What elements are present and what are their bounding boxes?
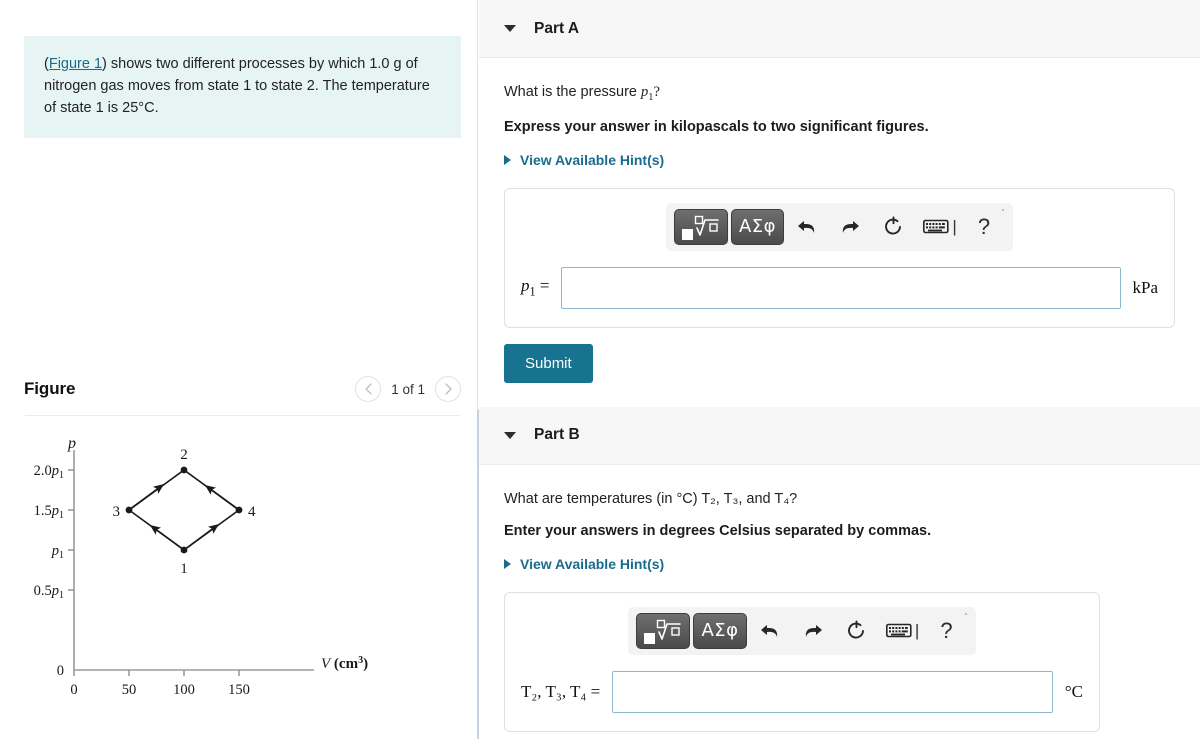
- y-tick-p1: p1: [51, 543, 64, 561]
- figure-panel-header: Figure 1 of 1: [24, 372, 461, 406]
- chevron-left-icon[interactable]: [355, 376, 382, 402]
- figure-divider: [25, 415, 460, 416]
- reset-circle-icon[interactable]: [836, 614, 876, 648]
- part-b-hint-toggle[interactable]: View Available Hint(s): [479, 556, 1200, 572]
- left-panel: (Figure 1) shows two different processes…: [0, 0, 477, 739]
- part-b-unit: °C: [1064, 681, 1083, 701]
- part-a-question-suffix: ?: [653, 84, 660, 100]
- undo-arrow-icon[interactable]: [787, 210, 827, 244]
- state-point-1: [180, 546, 188, 554]
- triangle-right-icon: [504, 154, 511, 165]
- state-label-3: 3: [113, 504, 121, 520]
- part-a-math-toolbar: ΑΣφ | ?: [665, 202, 1014, 251]
- part-a-answer-symbol: p: [521, 276, 530, 296]
- help-icon[interactable]: ?: [967, 210, 1001, 244]
- part-a-answer-row: p1 = kPa: [521, 266, 1159, 309]
- part-a-question: What is the pressure p1?: [479, 84, 1200, 103]
- triangle-right-icon: [504, 558, 511, 569]
- state-point-4: [235, 506, 243, 514]
- part-b-hint-label: View Available Hint(s): [520, 555, 665, 572]
- part-b-answer-input[interactable]: [612, 670, 1053, 713]
- part-a-unit: kPa: [1132, 277, 1159, 297]
- part-a-answer-card: ΑΣφ | ? p1 = kPa: [504, 187, 1175, 328]
- greek-letters-key[interactable]: ΑΣφ: [730, 208, 785, 245]
- part-b-question: What are temperatures (in °C) T₂, T₃, an…: [504, 490, 798, 507]
- part-a-answer-eq: =: [535, 276, 550, 296]
- part-a-submit-button[interactable]: Submit: [504, 343, 593, 383]
- part-a-title: Part A: [534, 19, 580, 37]
- y-tick-1p5p1: 1.5p1: [34, 503, 64, 521]
- state-label-1: 1: [180, 561, 188, 577]
- x-tick-0: 0: [70, 682, 77, 698]
- part-b-math-toolbar: ΑΣφ | ?: [628, 606, 976, 655]
- y-tick-0p5p1: 0.5p1: [34, 583, 64, 601]
- x-axis-label: V (cm3): [321, 655, 368, 672]
- undo-arrow-icon[interactable]: [750, 614, 790, 648]
- figure-1-link[interactable]: Figure 1: [49, 56, 102, 72]
- template-icon[interactable]: [636, 612, 691, 649]
- figure-pager-label: 1 of 1: [391, 381, 425, 397]
- state-label-4: 4: [248, 504, 256, 520]
- redo-arrow-icon[interactable]: [793, 614, 833, 648]
- part-b-title: Part B: [534, 426, 580, 444]
- part-a-answer-input[interactable]: [561, 266, 1121, 309]
- part-b-answer-row: T₂, T₃, T₄ = °C: [521, 670, 1083, 713]
- part-a-hint-label: View Available Hint(s): [520, 151, 665, 168]
- right-panel: Part A What is the pressure p1? Express …: [479, 0, 1200, 739]
- x-tick-50: 50: [122, 682, 137, 698]
- reset-circle-icon[interactable]: [873, 210, 913, 244]
- problem-text-after: ) shows two different processes by which…: [44, 56, 430, 117]
- x-tick-100: 100: [173, 682, 195, 698]
- problem-statement: (Figure 1) shows two different processes…: [24, 36, 461, 139]
- help-icon[interactable]: ?: [930, 614, 964, 648]
- pv-diagram: p V (cm3) 2.0p1 1.5p1 p1 0.5p1 0 0 50 10…: [34, 440, 368, 698]
- chevron-right-icon[interactable]: [435, 376, 461, 402]
- state-label-2: 2: [180, 447, 188, 463]
- keyboard-cursor-bar: |: [952, 216, 957, 236]
- x-tick-150: 150: [228, 682, 250, 698]
- part-b-answer-label: T₂, T₃, T₄ =: [521, 681, 601, 701]
- state-point-3: [125, 506, 133, 514]
- y-tick-0: 0: [57, 663, 64, 679]
- y-tick-2p1: 2.0p1: [34, 463, 64, 481]
- keyboard-icon[interactable]: |: [879, 614, 927, 648]
- template-icon[interactable]: [673, 208, 728, 245]
- keyboard-cursor-bar: |: [914, 620, 920, 640]
- keyboard-icon[interactable]: |: [916, 210, 964, 244]
- part-a-header[interactable]: Part A: [479, 0, 1200, 58]
- part-a-instruction: Express your answer in kilopascals to tw…: [504, 118, 929, 135]
- part-a-answer-label: p1 =: [521, 276, 549, 299]
- figure-pager: 1 of 1: [355, 376, 461, 402]
- figure-panel-title: Figure: [24, 379, 76, 398]
- caret-down-icon[interactable]: [504, 431, 516, 439]
- part-b-answer-card: ΑΣφ | ? T₂, T₃, T₄ = °C: [504, 591, 1100, 732]
- part-b-body: What are temperatures (in °C) T₂, T₃, an…: [479, 491, 1200, 739]
- part-b-header[interactable]: Part B: [479, 406, 1200, 465]
- part-b-instruction: Enter your answers in degrees Celsius se…: [504, 522, 932, 539]
- part-a-body: What is the pressure p1? Express your an…: [479, 84, 1200, 383]
- state-point-2: [180, 466, 188, 474]
- redo-arrow-icon[interactable]: [830, 210, 870, 244]
- part-a-question-prefix: What is the pressure: [504, 84, 641, 100]
- part-a-hint-toggle[interactable]: View Available Hint(s): [479, 152, 1200, 168]
- greek-letters-key[interactable]: ΑΣφ: [693, 612, 747, 649]
- caret-down-icon[interactable]: [504, 25, 516, 32]
- y-axis-label: p: [67, 440, 76, 452]
